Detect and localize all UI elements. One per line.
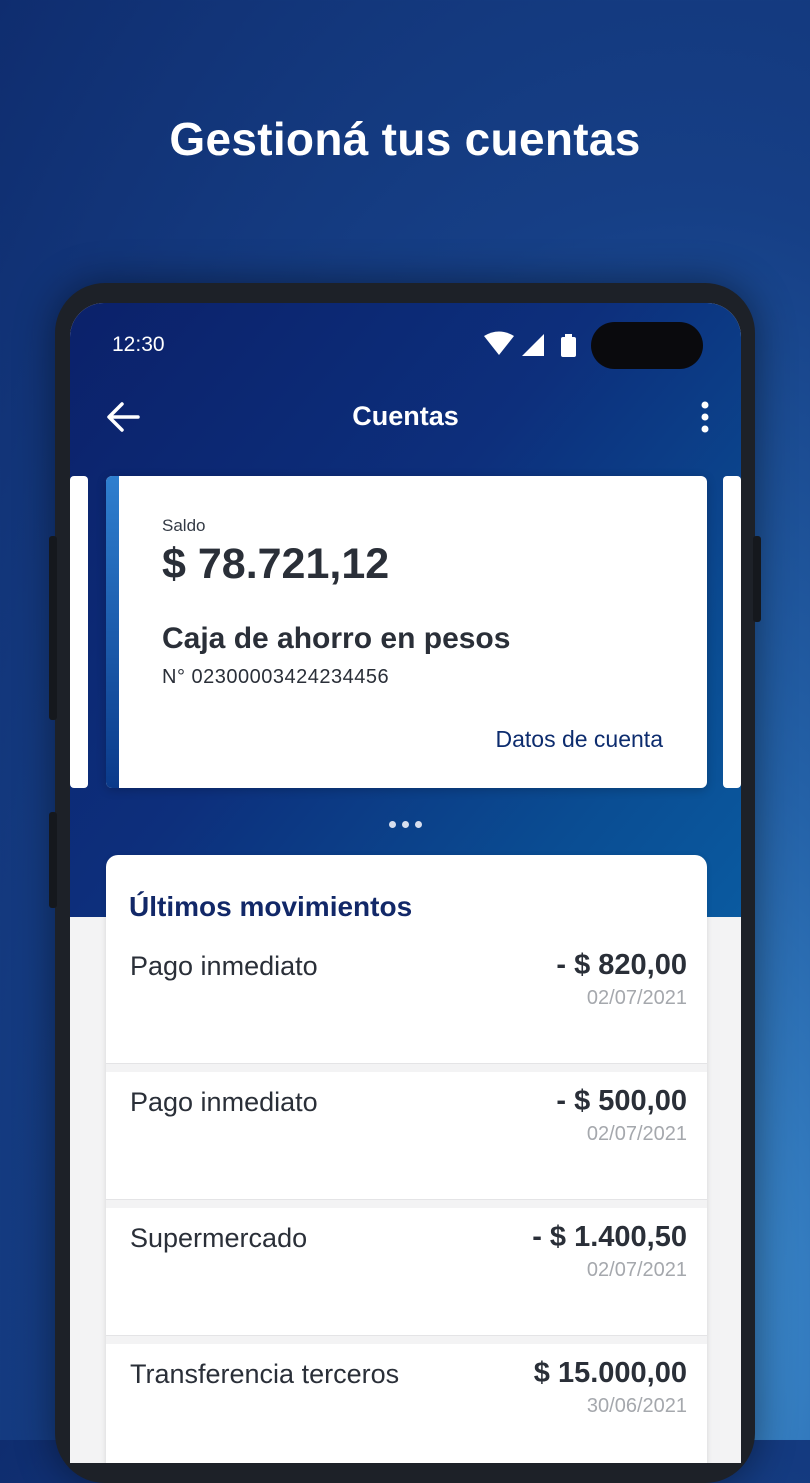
movements-card: Últimos movimientos Pago inmediato - $ 8… bbox=[106, 855, 707, 1463]
more-vertical-icon[interactable] bbox=[690, 397, 720, 437]
movement-description: Transferencia terceros bbox=[130, 1359, 400, 1389]
balance-amount: $ 78.721,12 bbox=[162, 540, 390, 588]
pager-dot bbox=[389, 821, 396, 828]
camera-cutout bbox=[591, 322, 703, 369]
phone-side-button bbox=[49, 812, 57, 908]
phone-side-button bbox=[753, 536, 761, 622]
status-icons bbox=[484, 331, 576, 357]
account-number: N° 02300003424234456 bbox=[162, 666, 390, 688]
marketing-headline: Gestioná tus cuentas bbox=[169, 113, 641, 165]
movement-date: 02/07/2021 bbox=[586, 1259, 687, 1281]
movement-amount: - $ 500,00 bbox=[556, 1085, 687, 1117]
movement-amount: - $ 1.400,50 bbox=[532, 1221, 687, 1253]
movements-title: Últimos movimientos bbox=[129, 891, 413, 922]
movement-row[interactable]: Pago inmediato - $ 500,00 02/07/2021 bbox=[106, 1063, 707, 1199]
pager-dot bbox=[402, 821, 409, 828]
next-account-card[interactable] bbox=[723, 476, 741, 788]
movement-description: Pago inmediato bbox=[130, 951, 318, 981]
movement-date: 02/07/2021 bbox=[586, 1123, 687, 1145]
status-time: 12:30 bbox=[112, 333, 165, 356]
pager-dot bbox=[415, 821, 422, 828]
screen-title: Cuentas bbox=[352, 401, 459, 431]
previous-account-card[interactable] bbox=[70, 476, 88, 788]
account-type: Caja de ahorro en pesos bbox=[162, 622, 511, 655]
wifi-icon bbox=[484, 331, 514, 355]
movement-row[interactable]: Transferencia terceros $ 15.000,00 30/06… bbox=[106, 1335, 707, 1463]
movement-row[interactable]: Supermercado - $ 1.400,50 02/07/2021 bbox=[106, 1199, 707, 1335]
phone-screen: 12:30 Cuentas Saldo $ 78.721,12 Caja de … bbox=[70, 303, 741, 1463]
card-accent-bar bbox=[106, 476, 119, 788]
movement-row[interactable]: Pago inmediato - $ 820,00 02/07/2021 bbox=[106, 927, 707, 1063]
signal-icon bbox=[522, 334, 544, 356]
movement-date: 02/07/2021 bbox=[586, 987, 687, 1009]
account-card[interactable]: Saldo $ 78.721,12 Caja de ahorro en peso… bbox=[106, 476, 707, 788]
balance-label: Saldo bbox=[162, 516, 206, 535]
account-details-link[interactable]: Datos de cuenta bbox=[495, 726, 663, 753]
movement-date: 30/06/2021 bbox=[586, 1395, 687, 1417]
movement-description: Supermercado bbox=[130, 1223, 308, 1253]
movement-description: Pago inmediato bbox=[130, 1087, 318, 1117]
phone-side-button bbox=[49, 536, 57, 720]
battery-icon bbox=[561, 337, 576, 357]
movement-amount: - $ 820,00 bbox=[556, 949, 687, 981]
movement-amount: $ 15.000,00 bbox=[533, 1357, 687, 1389]
carousel-pager bbox=[70, 815, 741, 828]
